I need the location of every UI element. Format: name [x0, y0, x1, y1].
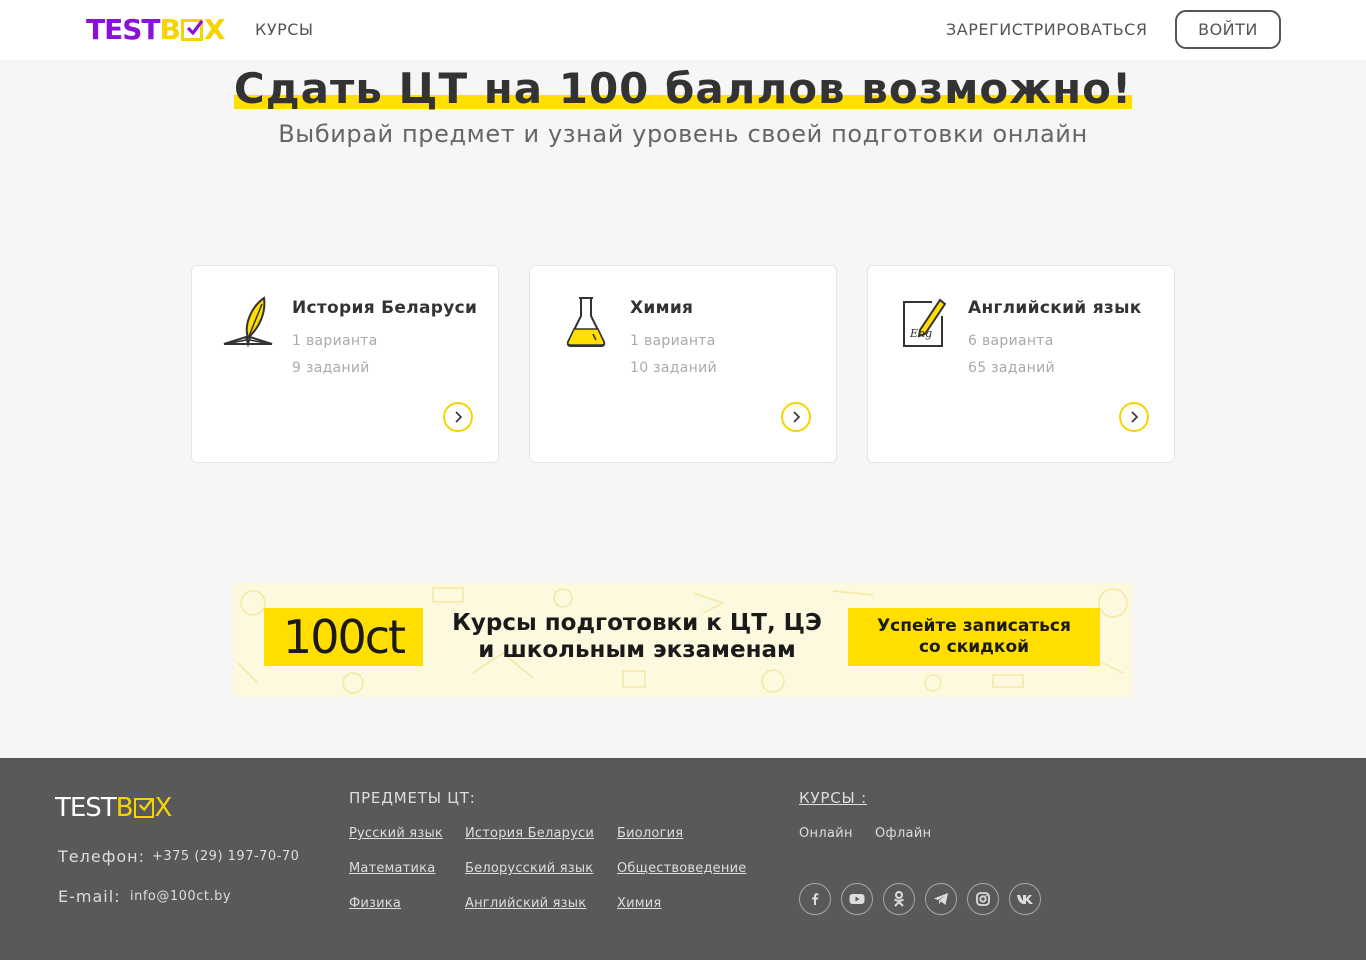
chevron-right-icon: [793, 411, 801, 423]
subject-link[interactable]: Белорусский язык: [465, 861, 593, 876]
subject-link[interactable]: Обществоведение: [617, 861, 746, 876]
banner-line-2: и школьным экзаменам: [478, 637, 796, 663]
card-variants: 1 варианта: [292, 333, 378, 349]
hero-title-text: Сдать ЦТ на 100 баллов возможно!: [233, 64, 1133, 113]
course-online-link[interactable]: Онлайн: [799, 826, 853, 841]
youtube-icon[interactable]: [841, 883, 873, 915]
chevron-right-icon: [455, 411, 463, 423]
vk-icon[interactable]: [1009, 883, 1041, 915]
instagram-icon[interactable]: [967, 883, 999, 915]
odnoklassniki-icon[interactable]: [883, 883, 915, 915]
course-offline-link[interactable]: Офлайн: [875, 826, 931, 841]
logo-text-x: X: [203, 13, 226, 46]
footer-logo-b: B: [115, 793, 134, 823]
footer: TEST B X Телефон: +375 (29) 197-70-70 E-…: [0, 758, 1366, 960]
email-label: E-mail:: [58, 887, 121, 906]
cta-line-2: со скидкой: [918, 637, 1030, 657]
register-link[interactable]: ЗАРЕГИСТРИРОВАТЬСЯ: [946, 20, 1147, 39]
subject-link[interactable]: Математика: [349, 861, 435, 876]
top-navbar: TEST B X КУРСЫ ЗАРЕГИСТРИРОВАТЬСЯ ВОЙТИ: [0, 0, 1366, 60]
footer-logo[interactable]: TEST B X: [55, 793, 173, 823]
promo-banner[interactable]: 100ct Курсы подготовки к ЦТ, ЦЭ и школьн…: [233, 583, 1133, 697]
courses-heading-link[interactable]: КУРСЫ :: [799, 789, 867, 807]
course-card-history[interactable]: История Беларуси 1 варианта 9 заданий: [191, 265, 499, 463]
logo-text-b: B: [159, 13, 181, 46]
cta-line-1: Успейте записаться: [877, 616, 1071, 636]
banner-text: Курсы подготовки к ЦТ, ЦЭ и школьным экз…: [429, 610, 845, 664]
telegram-icon[interactable]: [925, 883, 957, 915]
card-title: Химия: [630, 298, 694, 318]
card-title: История Беларуси: [292, 298, 478, 318]
subject-link[interactable]: Русский язык: [349, 826, 443, 841]
hero-title: Сдать ЦТ на 100 баллов возможно!: [233, 64, 1133, 113]
banner-cta-button[interactable]: Успейте записаться со скидкой: [848, 608, 1100, 666]
banner-line-1: Курсы подготовки к ЦТ, ЦЭ: [452, 610, 822, 636]
card-tasks: 65 заданий: [968, 360, 1055, 376]
checkbox-check-icon: [180, 19, 204, 41]
card-tasks: 9 заданий: [292, 360, 370, 376]
course-card-chemistry[interactable]: Химия 1 варианта 10 заданий: [529, 265, 837, 463]
card-variants: 1 варианта: [630, 333, 716, 349]
card-open-button[interactable]: [443, 402, 473, 432]
flask-icon: [560, 296, 612, 348]
chevron-right-icon: [1131, 411, 1139, 423]
checkbox-check-icon: [133, 798, 154, 818]
nav-courses-link[interactable]: КУРСЫ: [255, 20, 314, 39]
banner-logo: 100ct: [264, 608, 423, 666]
card-tasks: 10 заданий: [630, 360, 717, 376]
hero-title-container: Сдать ЦТ на 100 баллов возможно!: [0, 64, 1366, 113]
card-open-button[interactable]: [781, 402, 811, 432]
subject-link[interactable]: Химия: [617, 896, 661, 911]
phone-value[interactable]: +375 (29) 197-70-70: [152, 849, 299, 864]
subject-link[interactable]: Биология: [617, 826, 683, 841]
subject-link[interactable]: Физика: [349, 896, 401, 911]
facebook-icon[interactable]: [799, 883, 831, 915]
course-card-english[interactable]: Eng Английский язык 6 варианта 65 задани…: [867, 265, 1175, 463]
email-value[interactable]: info@100ct.by: [130, 889, 231, 904]
subjects-heading: ПРЕДМЕТЫ ЦТ:: [349, 789, 476, 807]
phone-label: Телефон:: [58, 847, 146, 866]
testbox-logo[interactable]: TEST B X: [86, 13, 226, 46]
quill-book-icon: [222, 296, 274, 348]
footer-logo-test: TEST: [55, 793, 117, 823]
logo-text-test: TEST: [86, 13, 160, 46]
subject-link[interactable]: История Беларуси: [465, 826, 594, 841]
subject-link[interactable]: Английский язык: [465, 896, 586, 911]
card-title: Английский язык: [968, 298, 1142, 318]
eng-pencil-icon: Eng: [898, 296, 950, 348]
card-open-button[interactable]: [1119, 402, 1149, 432]
eng-label: Eng: [910, 327, 933, 340]
card-variants: 6 варианта: [968, 333, 1054, 349]
footer-logo-x: X: [154, 793, 173, 823]
login-button[interactable]: ВОЙТИ: [1175, 10, 1281, 49]
hero-subtitle: Выбирай предмет и узнай уровень своей по…: [278, 120, 1088, 148]
